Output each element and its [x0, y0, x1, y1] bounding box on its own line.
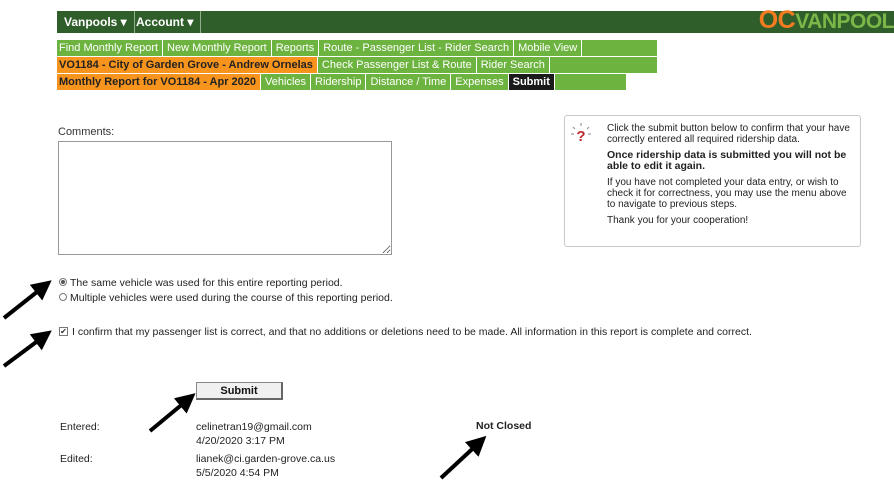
info-text: Click the submit button below to confirm…	[607, 123, 857, 231]
submit-info-box: ? Click the submit button below to confi…	[564, 115, 861, 247]
status-not-closed: Not Closed	[476, 420, 532, 432]
tab-distance-time[interactable]: Distance / Time	[366, 74, 452, 90]
tab-ridership[interactable]: Ridership	[311, 74, 367, 90]
info-paragraph-1: Click the submit button below to confirm…	[607, 123, 850, 145]
nav-check-passenger-list[interactable]: Check Passenger List & Route	[318, 57, 477, 73]
arrow-to-status	[439, 435, 487, 480]
nav-row-main: Find Monthly Report New Monthly Report Rep…	[57, 40, 657, 56]
nav-row-vanpool: VO1184 - City of Garden Grove - Andrew O…	[57, 57, 657, 73]
nav-mobile-view[interactable]: Mobile View	[514, 40, 583, 56]
nav-reports[interactable]: Reports	[272, 40, 320, 56]
radio-multiple-vehicles-row[interactable]: Multiple vehicles were used during the c…	[59, 292, 393, 304]
top-menu-bar: Vanpools ▾ Account ▾ OCVANPOOL	[57, 7, 894, 33]
edited-label: Edited:	[60, 453, 93, 465]
comments-label: Comments:	[58, 126, 115, 138]
confirm-row[interactable]: ✔ I confirm that my passenger list is cor…	[59, 326, 752, 338]
tab-submit[interactable]: Submit	[508, 74, 555, 90]
svg-text:?: ?	[576, 128, 585, 144]
radio-same-vehicle[interactable]	[59, 278, 67, 287]
nav-find-monthly-report[interactable]: Find Monthly Report	[57, 40, 164, 56]
nav-new-monthly-report[interactable]: New Monthly Report	[163, 40, 272, 56]
tab-vehicles[interactable]: Vehicles	[261, 74, 312, 90]
logo-vanpool-text: VANPOOL	[795, 10, 894, 33]
arrow-to-checkbox	[2, 330, 52, 368]
question-icon: ?	[571, 123, 591, 144]
nav-vanpool-title[interactable]: VO1184 - City of Garden Grove - Andrew O…	[57, 57, 318, 73]
logo-oc-text: OC	[758, 6, 796, 34]
radio-multiple-vehicles[interactable]	[59, 293, 67, 302]
entered-date: 4/20/2020 3:17 PM	[196, 435, 285, 447]
radio-same-vehicle-row[interactable]: The same vehicle was used for this entir…	[59, 277, 343, 289]
entered-label: Entered:	[60, 421, 100, 433]
submit-button[interactable]: Submit	[196, 382, 283, 400]
comments-textarea[interactable]	[58, 141, 392, 255]
tab-expenses[interactable]: Expenses	[451, 74, 509, 90]
info-warning: Once ridership data is submitted you wil…	[607, 149, 847, 172]
edited-email: lianek@ci.garden-grove.ca.us	[196, 453, 336, 465]
info-thanks: Thank you for your cooperation!	[607, 215, 749, 226]
vanpools-menu[interactable]: Vanpools ▾	[57, 11, 135, 33]
radio-multiple-vehicles-label: Multiple vehicles were used during the c…	[70, 292, 393, 304]
edited-date: 5/5/2020 4:54 PM	[196, 467, 279, 479]
info-paragraph-3: If you have not completed your data entr…	[607, 177, 847, 210]
confirm-checkbox[interactable]: ✔	[59, 326, 68, 336]
nav-monthly-report-title[interactable]: Monthly Report for VO1184 - Apr 2020	[57, 74, 262, 90]
entered-email: celinetran19@gmail.com	[196, 421, 312, 433]
confirm-label: I confirm that my passenger list is corr…	[72, 326, 752, 338]
radio-same-vehicle-label: The same vehicle was used for this entir…	[70, 277, 343, 289]
oc-vanpool-logo: OCVANPOOL	[759, 7, 894, 33]
nav-rider-search[interactable]: Rider Search	[477, 57, 550, 73]
arrow-to-submit	[148, 393, 196, 433]
nav-route-passenger-list[interactable]: Route - Passenger List - Rider Search	[319, 40, 515, 56]
arrow-to-radio	[2, 280, 52, 320]
nav-row-report: Monthly Report for VO1184 - Apr 2020 Vehi…	[57, 74, 626, 90]
account-menu[interactable]: Account ▾	[129, 11, 202, 33]
